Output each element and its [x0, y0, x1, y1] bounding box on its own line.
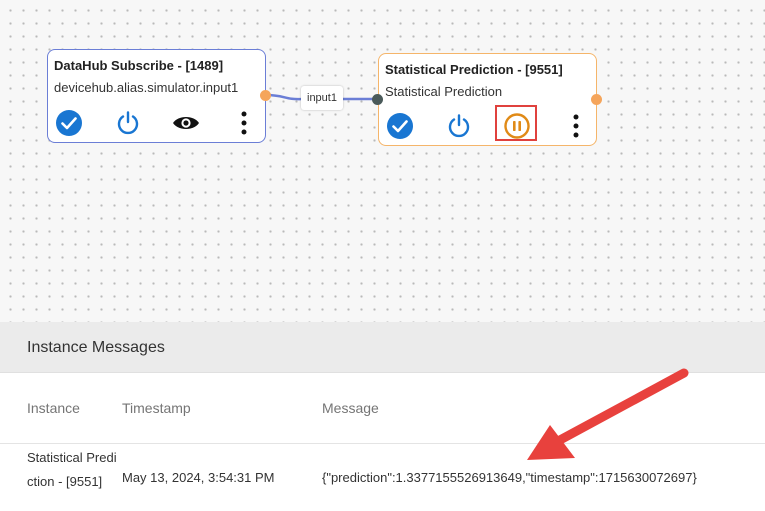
- node-title: DataHub Subscribe - [1489]: [54, 58, 224, 73]
- more-vertical-icon[interactable]: [234, 110, 254, 136]
- output-port[interactable]: [591, 94, 602, 105]
- output-port[interactable]: [260, 90, 271, 101]
- highlight-box: [495, 105, 537, 141]
- power-icon[interactable]: [114, 109, 142, 137]
- edge-label[interactable]: input1: [301, 86, 343, 110]
- check-circle-icon[interactable]: [55, 109, 83, 137]
- column-header-instance[interactable]: Instance: [27, 400, 80, 416]
- panel-title: Instance Messages: [27, 339, 165, 356]
- cell-message: {"prediction":1.3377155526913649,"timest…: [322, 470, 697, 485]
- power-icon[interactable]: [445, 112, 473, 140]
- node-subtitle: Statistical Prediction: [385, 84, 503, 99]
- cell-instance: Statistical Prediction - [9551]: [27, 450, 117, 489]
- node-datahub-subscribe[interactable]: DataHub Subscribe - [1489] devicehub.ali…: [47, 49, 271, 143]
- node-title: Statistical Prediction - [9551]: [385, 62, 563, 77]
- column-header-timestamp[interactable]: Timestamp: [122, 400, 191, 416]
- cell-timestamp: May 13, 2024, 3:54:31 PM: [122, 470, 275, 485]
- row-divider: [0, 443, 765, 444]
- eye-icon[interactable]: [171, 111, 201, 135]
- node-subtitle: devicehub.alias.simulator.input1: [54, 80, 239, 95]
- node-statistical-prediction[interactable]: Statistical Prediction - [9551] Statisti…: [372, 53, 602, 146]
- more-vertical-icon[interactable]: [566, 113, 586, 139]
- panel-header: Instance Messages: [0, 322, 765, 373]
- flow-canvas[interactable]: input1 DataHub Subscribe - [1489] device…: [0, 0, 765, 322]
- input-port[interactable]: [372, 94, 383, 105]
- check-circle-icon[interactable]: [386, 112, 414, 140]
- column-header-message[interactable]: Message: [322, 400, 379, 416]
